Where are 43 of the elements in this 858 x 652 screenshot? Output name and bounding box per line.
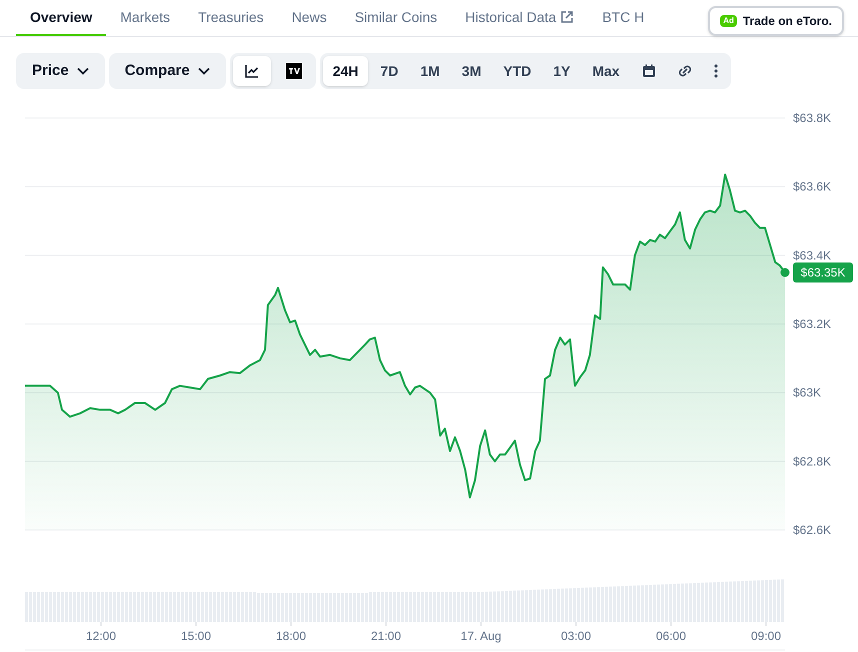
dropdown-button[interactable]: Price bbox=[16, 53, 105, 89]
range-button[interactable]: 1Y bbox=[543, 56, 580, 86]
x-axis-label: 21:00 bbox=[370, 629, 402, 643]
last-price-badge: $63.35K bbox=[793, 262, 853, 282]
ad-button[interactable]: Ad Trade on eToro. bbox=[708, 6, 844, 36]
range-button[interactable]: Max bbox=[582, 56, 630, 86]
x-axis-label: 17. Aug bbox=[460, 629, 502, 643]
line-chart-icon bbox=[244, 63, 260, 79]
tab[interactable]: Historical Data bbox=[451, 0, 588, 36]
y-axis-label: $63.8K bbox=[793, 111, 832, 125]
tab[interactable]: Similar Coins bbox=[340, 0, 452, 36]
tab[interactable]: Treasuries bbox=[184, 0, 278, 36]
tab[interactable]: Markets bbox=[106, 0, 184, 36]
chart-logo-icon bbox=[286, 63, 302, 79]
last-price-dot bbox=[780, 268, 790, 277]
chevron-down-icon bbox=[76, 67, 89, 75]
x-axis-label: 06:00 bbox=[656, 629, 686, 643]
tab[interactable]: BTC H bbox=[588, 0, 658, 36]
x-axis-label: 12:00 bbox=[86, 629, 116, 643]
y-axis-label: $62.6K bbox=[793, 523, 832, 537]
chart-type-button[interactable] bbox=[232, 56, 271, 86]
chevron-down-icon bbox=[198, 67, 210, 75]
x-axis-label: 09:00 bbox=[750, 629, 782, 643]
tab[interactable]: News bbox=[278, 0, 341, 36]
y-axis-label: $63K bbox=[793, 386, 822, 400]
range-button[interactable]: YTD bbox=[493, 56, 542, 86]
range-button[interactable]: 1M bbox=[410, 56, 450, 86]
y-axis-label: $62.8K bbox=[793, 454, 832, 468]
y-axis-label: $63.2K bbox=[793, 317, 832, 331]
x-axis-label: 03:00 bbox=[560, 629, 592, 643]
range-button[interactable]: 24H bbox=[322, 56, 368, 86]
y-axis-label: $63.4K bbox=[793, 248, 832, 262]
range-button[interactable]: 3M bbox=[452, 56, 492, 86]
x-axis-label: 15:00 bbox=[180, 629, 212, 643]
more-icon bbox=[714, 64, 718, 78]
calendar-icon bbox=[642, 64, 656, 78]
tab[interactable]: Overview bbox=[16, 0, 106, 36]
x-axis-label: 18:00 bbox=[276, 629, 306, 643]
range-button[interactable]: 7D bbox=[370, 56, 408, 86]
ad-label: Trade on eToro. bbox=[742, 13, 832, 30]
ad-badge: Ad bbox=[720, 15, 737, 27]
y-axis-label: $63.6K bbox=[793, 180, 832, 194]
dropdown-button[interactable]: Compare bbox=[108, 53, 226, 89]
